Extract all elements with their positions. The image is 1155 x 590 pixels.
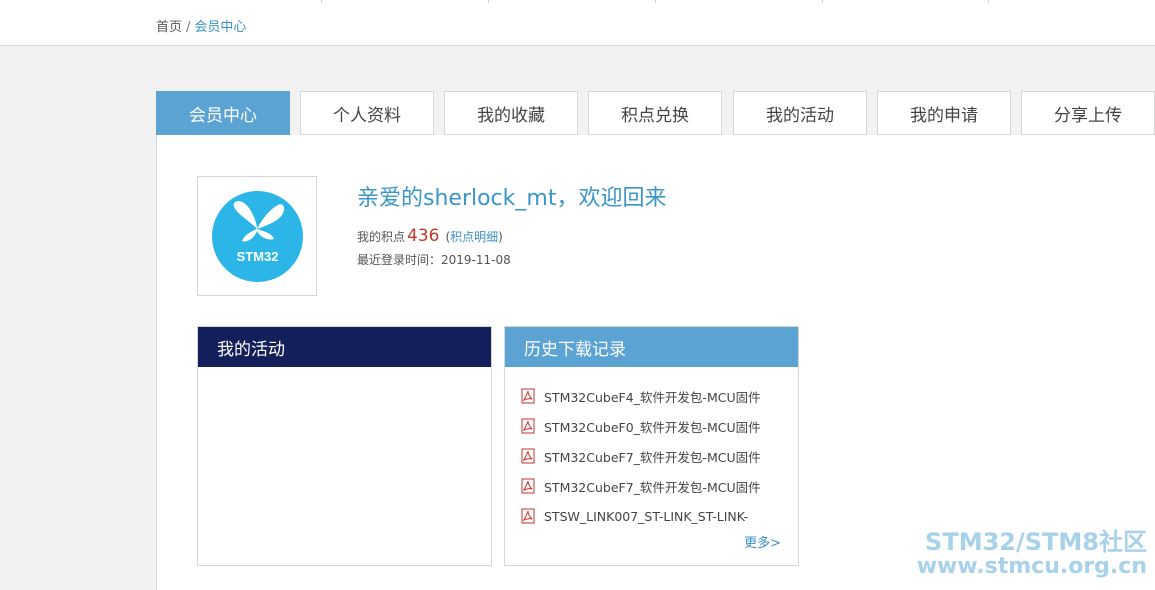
tab-my-applications[interactable]: 我的申请 (877, 91, 1011, 135)
stm32-logo-text: STM32 (236, 249, 279, 264)
site-watermark: STM32/STM8社区 www.stmcu.org.cn (917, 530, 1147, 578)
tab-profile[interactable]: 个人资料 (300, 91, 434, 135)
tab-favorites[interactable]: 我的收藏 (444, 91, 578, 135)
breadcrumb-current-link[interactable]: 会员中心 (194, 20, 246, 35)
my-activities-title: 我的活动 (198, 327, 491, 367)
watermark-title: STM32/STM8社区 (925, 528, 1147, 556)
download-item-label: STSW_LINK007_ST-LINK_ST-LINK- (544, 508, 749, 524)
my-activities-box: 我的活动 (197, 326, 492, 566)
download-item-label: STM32CubeF0_软件开发包-MCU固件 (544, 419, 761, 435)
download-history-title: 历史下载记录 (505, 327, 798, 367)
tab-points-exchange[interactable]: 积点兑换 (588, 91, 722, 135)
pdf-icon (521, 478, 535, 494)
pdf-icon (521, 508, 535, 524)
tab-member-center[interactable]: 会员中心 (156, 91, 290, 135)
paren-close: ) (498, 230, 503, 244)
list-item[interactable]: STM32CubeF0_软件开发包-MCU固件 (505, 411, 798, 441)
list-item[interactable]: STSW_LINK007_ST-LINK_ST-LINK- (505, 501, 798, 531)
pdf-icon (521, 448, 535, 464)
points-value: 436 (407, 226, 440, 246)
list-item[interactable]: STM32CubeF7_软件开发包-MCU固件 (505, 441, 798, 471)
download-history-list: STM32CubeF4_软件开发包-MCU固件 STM32CubeF0_软件开发… (505, 367, 798, 531)
download-item-label: STM32CubeF7_软件开发包-MCU固件 (544, 449, 761, 465)
breadcrumb: 首页 / 会员中心 (156, 16, 246, 35)
points-detail-link[interactable]: 积点明细 (450, 230, 498, 244)
top-bar: 首页 / 会员中心 (0, 0, 1155, 46)
points-label: 我的积点 (357, 230, 406, 244)
tab-share-upload[interactable]: 分享上传 (1021, 91, 1155, 135)
butterfly-icon (233, 201, 285, 242)
download-history-box: 历史下载记录 STM32CubeF4_软件开发包-MCU固件 STM32Cube… (504, 326, 799, 566)
welcome-heading: 亲爱的sherlock_mt，欢迎回来 (357, 186, 667, 211)
top-divider-ticks (0, 0, 1155, 3)
pdf-icon (521, 388, 535, 404)
points-line: 我的积点 436 (积点明细) (357, 226, 503, 246)
watermark-url: www.stmcu.org.cn (916, 554, 1147, 579)
last-login-text: 最近登录时间：2019-11-08 (357, 253, 511, 267)
list-item[interactable]: STM32CubeF4_软件开发包-MCU固件 (505, 381, 798, 411)
stm32-butterfly-logo-icon: STM32 (212, 191, 303, 282)
download-item-label: STM32CubeF7_软件开发包-MCU固件 (544, 479, 761, 495)
more-link[interactable]: 更多> (744, 532, 781, 551)
breadcrumb-home-link[interactable]: 首页 (156, 20, 182, 35)
pdf-icon (521, 418, 535, 434)
member-tabs: 会员中心 个人资料 我的收藏 积点兑换 我的活动 我的申请 分享上传 (156, 91, 1155, 135)
breadcrumb-separator: / (186, 20, 191, 35)
list-item[interactable]: STM32CubeF7_软件开发包-MCU固件 (505, 471, 798, 501)
download-item-label: STM32CubeF4_软件开发包-MCU固件 (544, 389, 761, 405)
tab-my-activities[interactable]: 我的活动 (733, 91, 867, 135)
avatar: STM32 (197, 176, 317, 296)
